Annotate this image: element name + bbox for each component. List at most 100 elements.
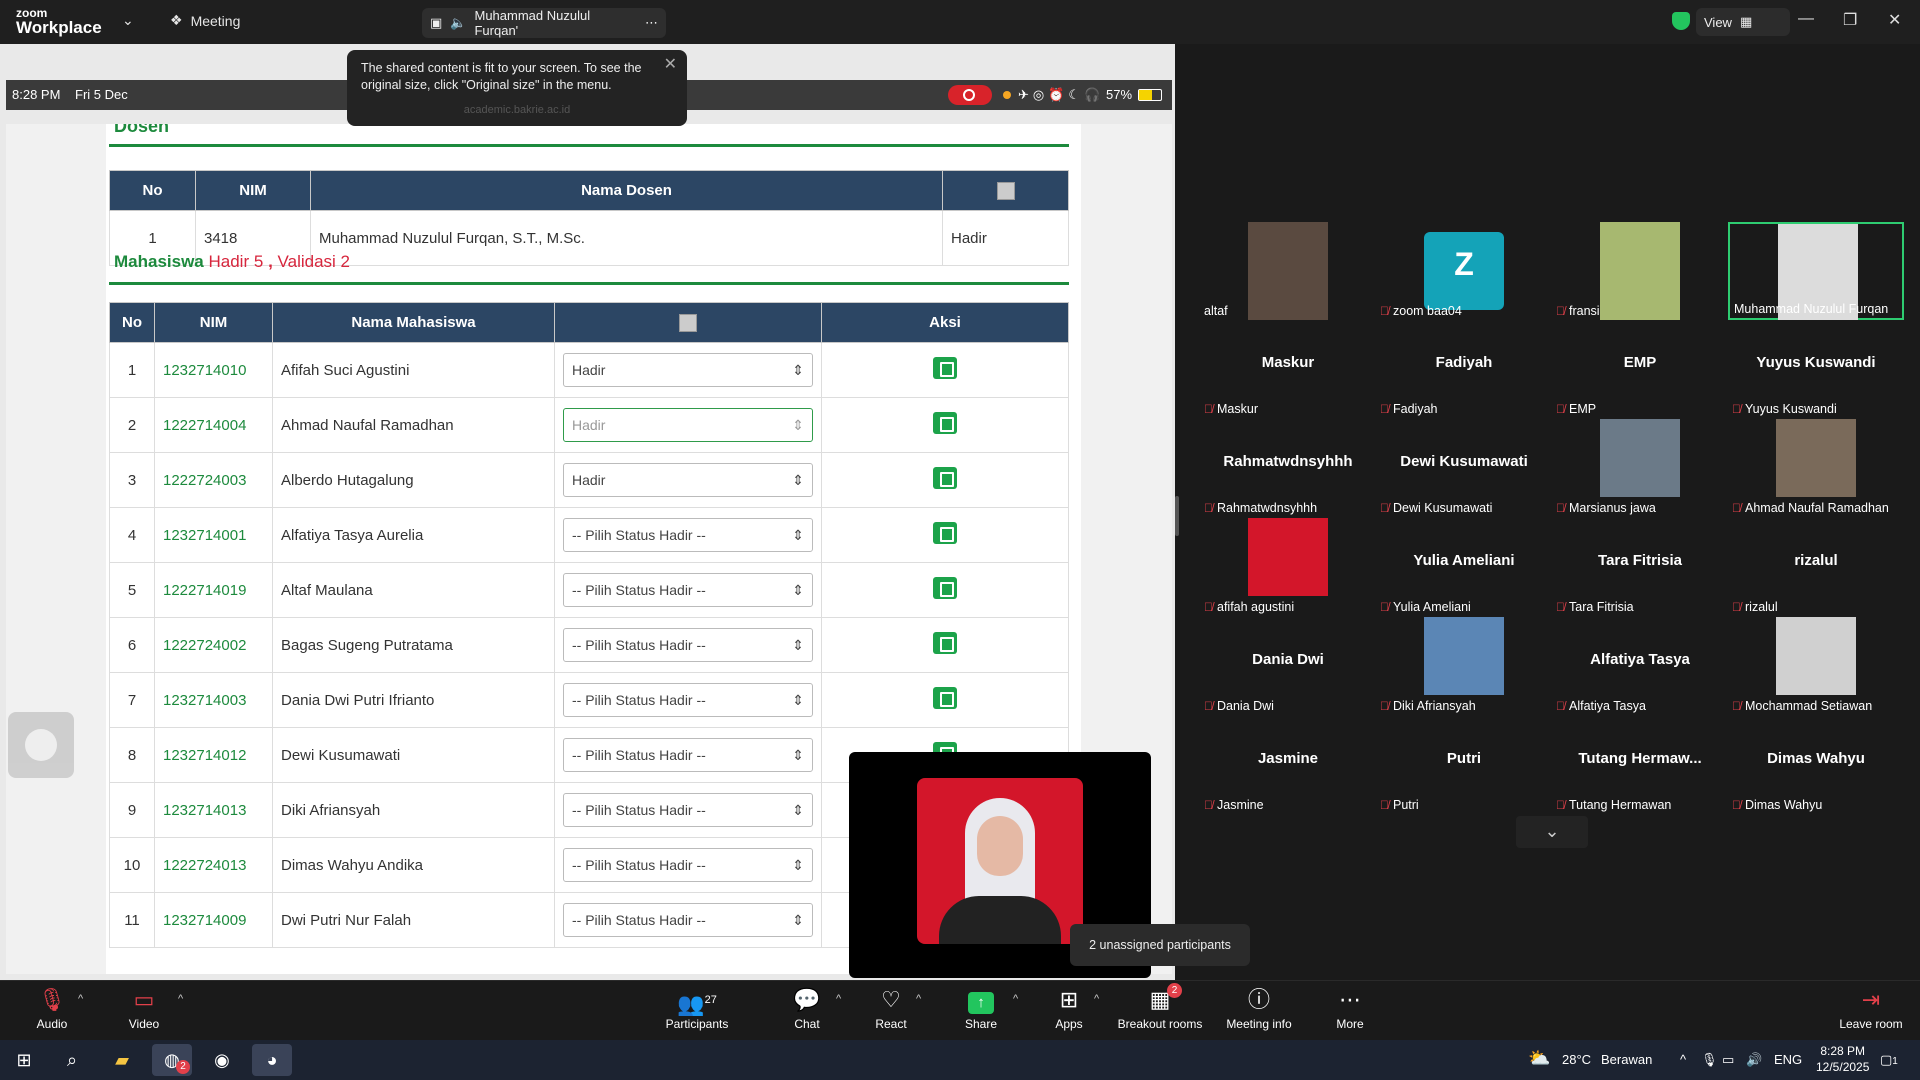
row-nim-link[interactable]: 1232714010 [154,342,273,398]
assistive-touch-button[interactable] [8,712,74,778]
status-select[interactable]: Hadir ⇕ [563,408,813,442]
row-nim-link[interactable]: 1222724013 [154,837,273,893]
row-nim-link[interactable]: 1222714004 [154,397,273,453]
logo-menu-chevron-icon[interactable]: ⌄ [122,12,134,29]
status-select[interactable]: -- Pilih Status Hadir -- ⇕ [563,518,813,552]
row-nim-link[interactable]: 1222724002 [154,617,273,673]
save-button[interactable] [933,687,957,709]
video-options-caret-icon[interactable]: ^ [178,993,183,1005]
row-nim-link[interactable]: 1232714009 [154,892,273,948]
resize-handle[interactable] [1175,496,1179,536]
participant-tile[interactable]: Z 🎙̸ zoom baa04 [1376,222,1552,320]
participant-tile[interactable]: Jasmine 🎙̸ Jasmine [1200,716,1376,814]
status-select[interactable]: -- Pilih Status Hadir -- ⇕ [563,848,813,882]
checkbox-icon[interactable] [996,181,1015,200]
share-button[interactable]: ↑ Share [936,985,1026,1031]
participant-tile[interactable]: rizalul 🎙̸ rizalul [1728,518,1904,616]
windows-start-icon[interactable]: ⊞ [4,1044,44,1076]
apps-button[interactable]: ⊞ Apps [1024,985,1114,1031]
close-icon[interactable]: ✕ [1888,10,1901,30]
zoom-taskbar-icon[interactable]: ◉ [202,1044,242,1076]
taskbar-clock[interactable]: 8:28 PM 12/5/2025 [1816,1043,1869,1075]
language-indicator[interactable]: ENG [1774,1052,1802,1067]
row-nim-link[interactable]: 1232714003 [154,672,273,728]
status-select[interactable]: -- Pilih Status Hadir -- ⇕ [563,573,813,607]
breakout-rooms-button[interactable]: ▦ 2 Breakout rooms [1114,983,1206,1031]
audio-options-caret-icon[interactable]: ^ [78,993,83,1005]
participant-tile[interactable]: Putri 🎙̸ Putri [1376,716,1552,814]
more-options-icon[interactable]: ⋯ [645,15,658,31]
participant-tile[interactable]: EMP 🎙̸ EMP [1552,320,1728,418]
row-nim-link[interactable]: 1232714001 [154,507,273,563]
minimize-icon[interactable]: — [1798,10,1814,28]
checkbox-icon[interactable] [679,313,697,332]
participant-tile[interactable]: Yulia Ameliani 🎙̸ Yulia Ameliani [1376,518,1552,616]
row-nim-link[interactable]: 1222714019 [154,562,273,618]
participant-tile[interactable]: 🎙̸ Ahmad Naufal Ramadhan [1728,419,1904,517]
status-select[interactable]: -- Pilih Status Hadir -- ⇕ [563,738,813,772]
status-select[interactable]: Hadir ⇕ [563,353,813,387]
participant-tile[interactable]: Muhammad Nuzulul Furqan [1728,222,1904,322]
participant-tile[interactable]: Fadiyah 🎙̸ Fadiyah [1376,320,1552,418]
save-button[interactable] [933,412,957,434]
participant-tile[interactable]: 🎙̸ afifah agustini [1200,518,1376,616]
save-button[interactable] [933,467,957,489]
share-options-caret-icon[interactable]: ^ [1013,993,1018,1005]
gallery-next-page-chevron-icon[interactable]: ⌄ [1516,816,1588,848]
participant-tile[interactable]: Alfatiya Tasya 🎙̸ Alfatiya Tasya [1552,617,1728,715]
search-icon[interactable]: ⌕ [52,1044,92,1076]
chrome-icon[interactable]: ◕ [252,1044,292,1076]
participant-tile[interactable]: Maskur 🎙̸ Maskur [1200,320,1376,418]
meeting-info-button[interactable]: ⓘ Meeting info [1214,985,1304,1031]
dosen-select-all-checkbox[interactable] [942,170,1069,211]
leave-room-button[interactable]: ⇥ Leave room [1826,985,1916,1031]
status-select[interactable]: -- Pilih Status Hadir -- ⇕ [563,793,813,827]
status-select[interactable]: -- Pilih Status Hadir -- ⇕ [563,683,813,717]
row-nim-link[interactable]: 1232714013 [154,782,273,838]
mhs-select-all-checkbox[interactable] [554,302,822,343]
status-select[interactable]: -- Pilih Status Hadir -- ⇕ [563,628,813,662]
teams-icon[interactable]: ◍ 2 [152,1044,192,1076]
react-button[interactable]: ♡ React [846,985,936,1031]
toast-close-icon[interactable]: ✕ [664,56,677,73]
save-button[interactable] [933,357,957,379]
active-speaker-pill[interactable]: ▣ 🔈 Muhammad Nuzulul Furqan' ⋯ [422,8,666,38]
mic-tray-icon[interactable]: 🎙 [1701,1052,1718,1068]
network-icon[interactable]: ▭ [1722,1052,1734,1068]
status-select[interactable]: Hadir ⇕ [563,463,813,497]
audio-button[interactable]: 🎙 Audio [7,985,97,1031]
participant-tile[interactable]: 🎙̸ fransi [1552,222,1728,320]
row-nim-link[interactable]: 1232714012 [154,727,273,783]
participant-tile[interactable]: Rahmatwdnsyhhh 🎙̸ Rahmatwdnsyhhh [1200,419,1376,517]
notification-icon[interactable]: ▢1 [1880,1052,1898,1068]
meeting-menu-button[interactable]: ❖ Meeting [170,12,240,29]
file-explorer-icon[interactable]: ▰ [102,1044,142,1076]
react-options-caret-icon[interactable]: ^ [916,993,921,1005]
participant-tile[interactable]: Tutang Hermaw... 🎙̸ Tutang Hermawan [1552,716,1728,814]
encryption-shield-icon[interactable] [1672,12,1690,30]
participant-tile[interactable]: 🎙̸ Mochammad Setiawan [1728,617,1904,715]
video-button[interactable]: ▭ Video [99,985,189,1031]
weather-icon[interactable]: ⛅ [1528,1048,1550,1069]
participant-tile[interactable]: Tara Fitrisia 🎙̸ Tara Fitrisia [1552,518,1728,616]
save-button[interactable] [933,577,957,599]
more-button[interactable]: ⋯ More [1305,985,1395,1031]
chat-button[interactable]: 💬 Chat [762,985,852,1031]
participants-button[interactable]: 👥27 Participants [652,985,742,1031]
participant-tile[interactable]: 🎙̸ Marsianus jawa [1552,419,1728,517]
restore-icon[interactable]: ❐ [1843,10,1857,30]
participant-tile[interactable]: Dania Dwi 🎙̸ Dania Dwi [1200,617,1376,715]
apps-options-caret-icon[interactable]: ^ [1094,993,1099,1005]
status-select[interactable]: -- Pilih Status Hadir -- ⇕ [563,903,813,937]
participant-tile[interactable]: 🎙̸ Diki Afriansyah [1376,617,1552,715]
volume-icon[interactable]: 🔊 [1746,1052,1762,1068]
row-nim-link[interactable]: 1222724003 [154,452,273,508]
save-button[interactable] [933,632,957,654]
participant-tile[interactable]: Dimas Wahyu 🎙̸ Dimas Wahyu [1728,716,1904,814]
participant-tile[interactable]: Yuyus Kuswandi 🎙̸ Yuyus Kuswandi [1728,320,1904,418]
view-button[interactable]: View ▦ [1696,8,1790,36]
chat-options-caret-icon[interactable]: ^ [836,993,841,1005]
save-button[interactable] [933,522,957,544]
tray-chevron-icon[interactable]: ^ [1680,1052,1686,1067]
participant-tile[interactable]: Dewi Kusumawati 🎙̸ Dewi Kusumawati [1376,419,1552,517]
